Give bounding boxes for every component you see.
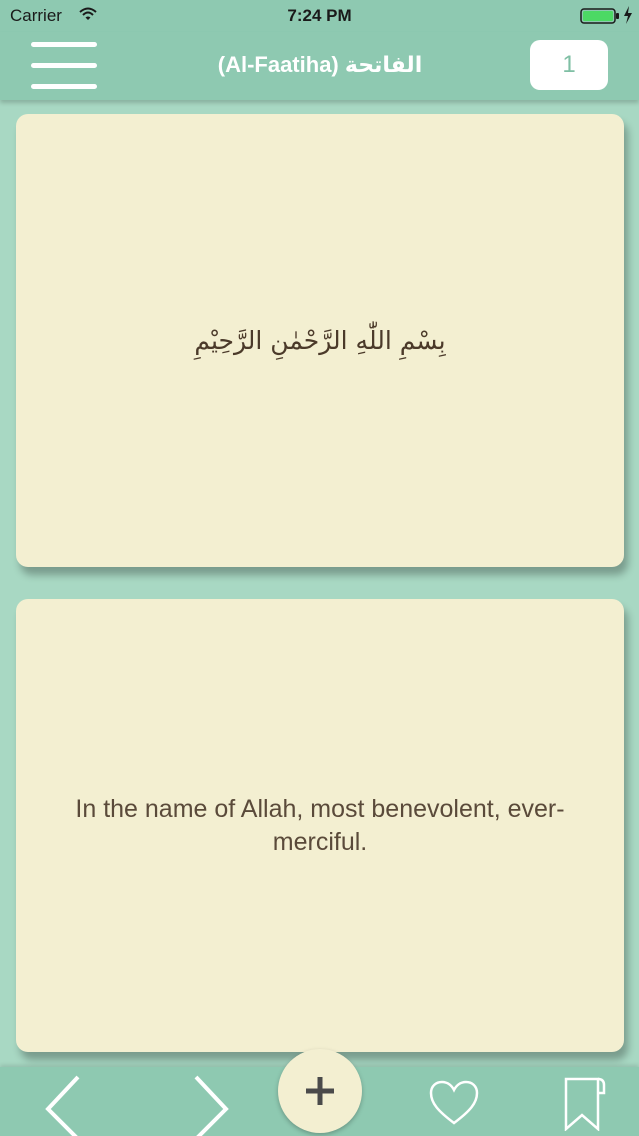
status-time: 7:24 PM <box>287 6 352 25</box>
chevron-right-icon <box>194 1075 229 1136</box>
bookmark-icon <box>564 1077 606 1132</box>
hamburger-line <box>31 84 97 89</box>
nav-bar: (Al-Faatiha) الفاتحة 1 <box>0 32 639 100</box>
favorite-button[interactable] <box>428 1079 480 1127</box>
arabic-verse-text: بِسْمِ اللّٰهِ الرَّحْمٰنِ الرَّحِيْمِ <box>194 326 446 355</box>
translation-text: In the name of Allah, most benevolent, e… <box>75 794 565 856</box>
page-number-button[interactable]: 1 <box>530 40 608 90</box>
previous-button[interactable] <box>40 1073 88 1136</box>
menu-button[interactable] <box>28 40 100 92</box>
page-title: (Al-Faatiha) الفاتحة <box>217 52 423 77</box>
status-bar: Carrier 7:24 PM <box>0 0 639 32</box>
heart-icon <box>429 1080 479 1125</box>
charging-icon <box>624 6 632 24</box>
translation-card: In the name of Allah, most benevolent, e… <box>16 599 624 1052</box>
next-button[interactable] <box>186 1073 234 1136</box>
bottom-toolbar <box>0 1049 639 1136</box>
arabic-verse-card: بِسْمِ اللّٰهِ الرَّحْمٰنِ الرَّحِيْمِ <box>16 114 624 567</box>
battery-icon <box>580 8 619 24</box>
chevron-left-icon <box>45 1075 80 1136</box>
plus-icon <box>306 1077 334 1105</box>
hamburger-menu-icon <box>31 42 97 47</box>
add-button[interactable] <box>278 1049 362 1133</box>
hamburger-line <box>31 63 97 68</box>
bookmark-button[interactable] <box>560 1075 608 1132</box>
